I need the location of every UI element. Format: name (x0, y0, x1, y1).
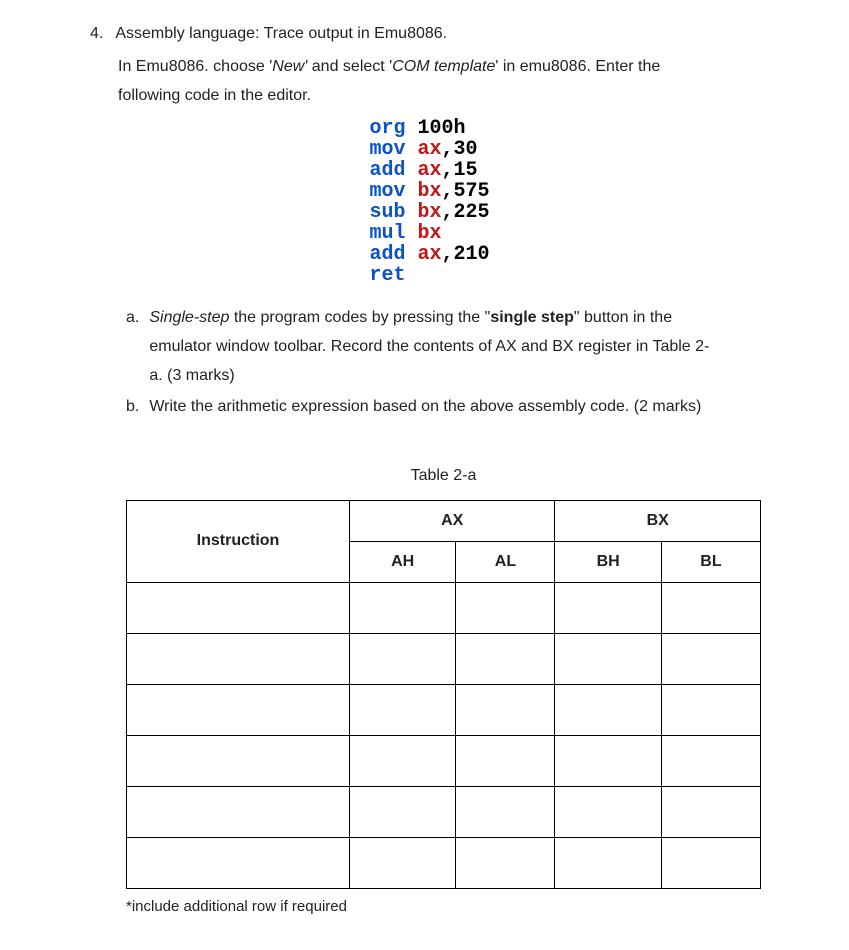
col-bx: BX (555, 501, 761, 542)
table-cell-ah (350, 787, 456, 838)
table-cell-instr (127, 787, 350, 838)
table-cell-bl (661, 583, 760, 634)
table-cell-bl (661, 736, 760, 787)
sub-a-letter: a. (126, 304, 139, 390)
code-listing: org 100h mov ax,30 add ax,15 mov bx,575 … (369, 118, 489, 286)
col-al: AL (456, 542, 555, 583)
table-row (127, 583, 761, 634)
table-cell-bh (555, 685, 661, 736)
table-cell-instr (127, 583, 350, 634)
sub-questions: a. Single-step the program codes by pres… (126, 304, 769, 421)
table-cell-al (456, 838, 555, 889)
table-cell-instr (127, 736, 350, 787)
table-cell-bh (555, 634, 661, 685)
table-row (127, 787, 761, 838)
table-footnote: *include additional row if required (126, 893, 761, 920)
table-cell-al (456, 634, 555, 685)
table-cell-ah (350, 838, 456, 889)
sub-a-line2: emulator window toolbar. Record the cont… (149, 333, 769, 362)
table-cell-al (456, 583, 555, 634)
sub-a-post: " button in the (574, 309, 672, 326)
sub-a-line3: a. (3 marks) (149, 362, 769, 391)
table-row (127, 736, 761, 787)
col-ah: AH (350, 542, 456, 583)
col-ax: AX (350, 501, 555, 542)
table-cell-bl (661, 685, 760, 736)
table-row (127, 685, 761, 736)
table-cell-ah (350, 583, 456, 634)
intro-line-1: In Emu8086. choose 'New' and select 'COM… (118, 53, 769, 82)
table-body (127, 583, 761, 889)
table-cell-bh (555, 736, 661, 787)
table-cell-instr (127, 838, 350, 889)
sub-a-singlestep: Single-step (149, 309, 229, 326)
table-2a-wrap: Table 2-a Instruction AX BX AH AL BH BL … (126, 462, 761, 921)
table-cell-al (456, 736, 555, 787)
code-block: org 100h mov ax,30 add ax,15 mov bx,575 … (90, 118, 769, 286)
question-number: 4. (90, 20, 103, 49)
col-bh: BH (555, 542, 661, 583)
sub-a-body: Single-step the program codes by pressin… (149, 304, 769, 390)
question-header: 4. Assembly language: Trace output in Em… (90, 20, 769, 49)
table-cell-instr (127, 634, 350, 685)
intro-com: COM template (392, 58, 495, 75)
intro-text-1b: and select ' (307, 58, 392, 75)
sub-a: a. Single-step the program codes by pres… (126, 304, 769, 390)
table-cell-ah (350, 685, 456, 736)
intro-line-2: following code in the editor. (118, 82, 769, 111)
table-cell-bh (555, 787, 661, 838)
table-cell-ah (350, 634, 456, 685)
table-cell-bl (661, 634, 760, 685)
sub-a-line1: Single-step the program codes by pressin… (149, 304, 769, 333)
table-cell-al (456, 787, 555, 838)
table-cell-ah (350, 736, 456, 787)
col-bl: BL (661, 542, 760, 583)
table-cell-bl (661, 787, 760, 838)
question-title: Assembly language: Trace output in Emu80… (115, 20, 769, 49)
sub-b-body: Write the arithmetic expression based on… (149, 393, 769, 422)
table-cell-bh (555, 583, 661, 634)
table-row (127, 838, 761, 889)
intro-text-1a: In Emu8086. choose ' (118, 58, 272, 75)
page: 4. Assembly language: Trace output in Em… (0, 0, 849, 950)
register-table: Instruction AX BX AH AL BH BL (126, 500, 761, 889)
sub-a-bold: single step (490, 309, 574, 326)
table-cell-bh (555, 838, 661, 889)
intro-new: New' (272, 58, 307, 75)
col-instruction: Instruction (127, 501, 350, 583)
sub-b: b. Write the arithmetic expression based… (126, 393, 769, 422)
table-cell-al (456, 685, 555, 736)
table-caption: Table 2-a (126, 462, 761, 491)
intro-text-1c: ' in emu8086. Enter the (495, 58, 660, 75)
sub-a-mid: the program codes by pressing the " (229, 309, 490, 326)
table-row (127, 634, 761, 685)
table-cell-bl (661, 838, 760, 889)
table-cell-instr (127, 685, 350, 736)
sub-b-letter: b. (126, 393, 139, 422)
